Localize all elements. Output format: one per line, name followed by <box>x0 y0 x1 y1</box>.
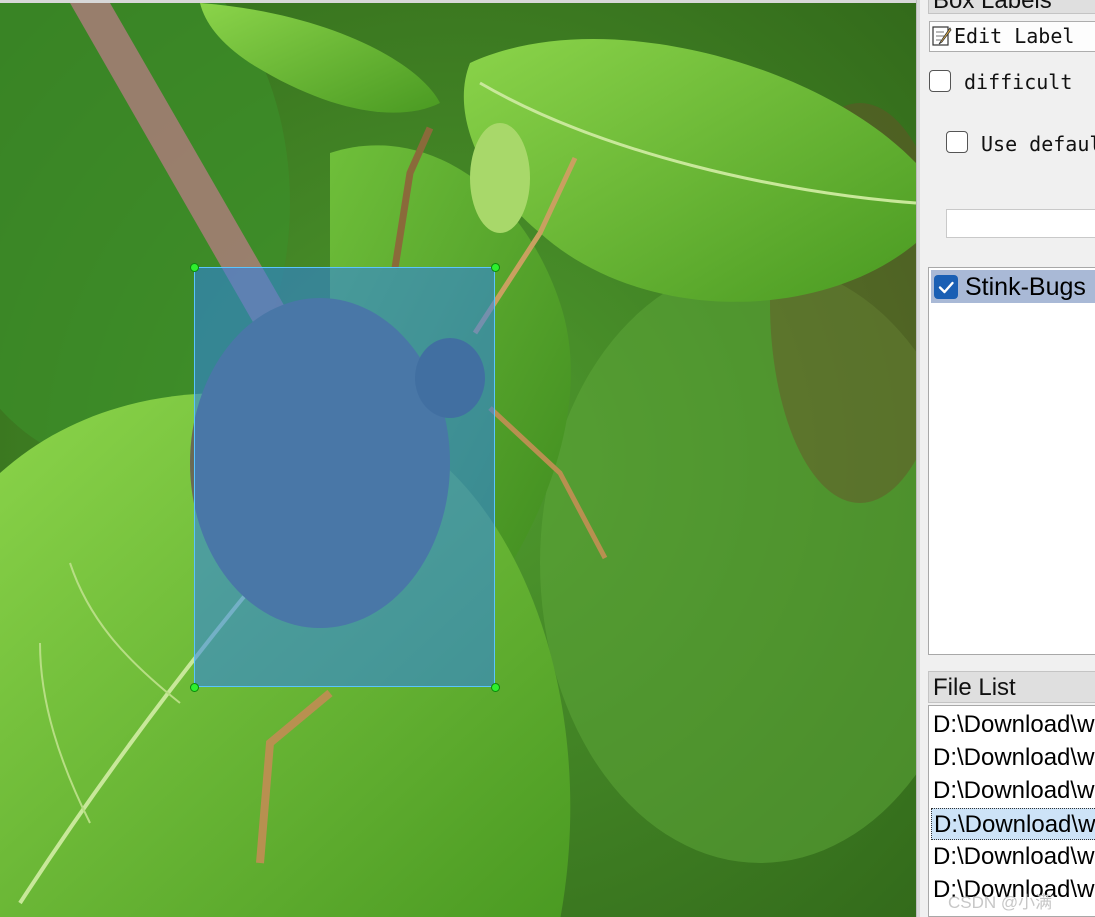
bbox-vertex-top-right[interactable] <box>491 263 500 272</box>
watermark: CSDN @小满 <box>948 893 1053 912</box>
right-dock: Box Labels Edit Label difficult Use defa… <box>920 0 1095 917</box>
file-list-panel-title: File List <box>928 671 1095 703</box>
bounding-box-stink-bugs[interactable] <box>194 267 495 687</box>
image-canvas[interactable] <box>0 0 916 917</box>
default-label-input[interactable] <box>946 209 1095 238</box>
label-list-item[interactable]: Stink-Bugs <box>931 270 1095 303</box>
file-list[interactable]: D:\Download\w D:\Download\w D:\Download\… <box>928 705 1095 917</box>
file-list-item[interactable]: D:\Download\w <box>931 841 1095 873</box>
label-list[interactable]: Stink-Bugs <box>928 267 1095 655</box>
bbox-vertex-bottom-left[interactable] <box>190 683 199 692</box>
edit-pencil-icon <box>932 25 952 47</box>
label-visible-checkbox[interactable] <box>934 275 958 299</box>
box-labels-panel-title: Box Labels <box>928 0 1095 14</box>
bbox-vertex-bottom-right[interactable] <box>491 683 500 692</box>
use-default-label-checkbox[interactable] <box>946 131 968 153</box>
check-icon <box>938 281 954 294</box>
difficult-checkbox[interactable] <box>929 70 951 92</box>
file-list-item[interactable]: D:\Download\w <box>931 709 1095 741</box>
file-list-item-selected[interactable]: D:\Download\w <box>931 808 1095 840</box>
use-default-label-label: Use default label <box>981 132 1095 156</box>
edit-label-text: Edit Label <box>954 24 1075 48</box>
bbox-vertex-top-left[interactable] <box>190 263 199 272</box>
edit-label-button[interactable]: Edit Label <box>929 21 1095 52</box>
difficult-label: difficult <box>964 70 1073 94</box>
label-name: Stink-Bugs <box>965 273 1086 301</box>
file-list-item[interactable]: D:\Download\w <box>931 742 1095 774</box>
file-list-item[interactable]: D:\Download\w <box>931 775 1095 807</box>
